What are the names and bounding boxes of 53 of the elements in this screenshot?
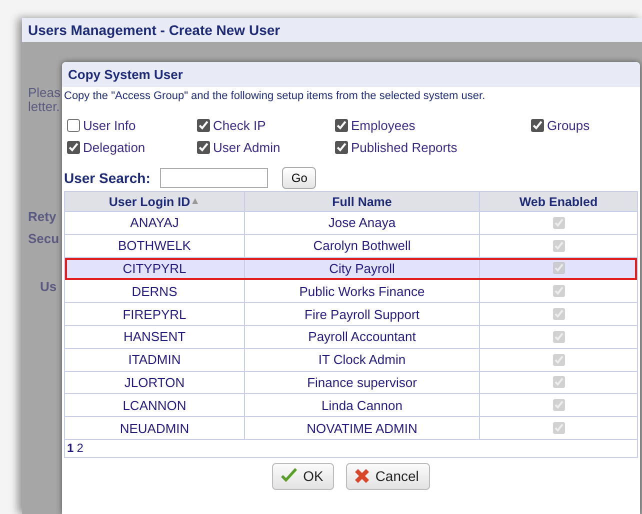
- column-header[interactable]: User Login ID▲: [65, 192, 245, 211]
- option-checkbox[interactable]: [67, 118, 80, 132]
- page-link[interactable]: 2: [76, 441, 84, 456]
- option-checkbox[interactable]: [335, 118, 348, 132]
- table-cell: Carolyn Bothwell: [245, 234, 480, 257]
- table-cell: Jose Anaya: [245, 212, 480, 234]
- background-label: Pleas: [28, 86, 62, 100]
- ok-button[interactable]: OK: [272, 462, 334, 490]
- table-cell: IT Clock Admin: [245, 348, 480, 371]
- option-checkbox[interactable]: [197, 118, 210, 132]
- table-cell[interactable]: ITADMIN: [65, 348, 245, 371]
- option-label: User Admin: [213, 140, 280, 154]
- search-field[interactable]: [160, 168, 268, 188]
- table-cell[interactable]: LCANNON: [65, 394, 245, 416]
- option-label: Groups: [547, 118, 590, 132]
- table-cell[interactable]: JLORTON: [65, 372, 245, 394]
- option-checkbox[interactable]: [531, 118, 544, 132]
- search-label: User Search:: [64, 170, 150, 186]
- option-checkbox[interactable]: [335, 140, 348, 154]
- table-cell[interactable]: FIREPYRL: [65, 303, 245, 325]
- dialog-title: Copy System User: [62, 62, 640, 87]
- table-cell[interactable]: ANAYAJ: [65, 212, 245, 234]
- description-text: Copy the "Access Group" and the following setup items from the selected system user.: [63, 89, 486, 102]
- table-cell: Fire Payroll Support: [245, 303, 480, 325]
- table-cell: Public Works Finance: [245, 280, 480, 302]
- table-cell[interactable]: NEUADMIN: [65, 417, 245, 439]
- table-cell[interactable]: BOTHWELK: [65, 234, 245, 257]
- table-cell: NOVATIME ADMIN: [245, 417, 480, 439]
- table-cell: Payroll Accountant: [245, 326, 480, 348]
- background-label: letter.: [28, 100, 61, 114]
- page-link[interactable]: 1: [67, 441, 74, 456]
- background-label: Rety: [28, 210, 58, 224]
- window-title: Users Management - Create New User: [22, 18, 642, 42]
- background-label: Secu: [28, 232, 60, 246]
- table-cell[interactable]: DERNS: [65, 280, 245, 302]
- option-label: Check IP: [213, 118, 266, 132]
- background-label: Us: [40, 280, 58, 294]
- option-label: Employees: [351, 118, 416, 132]
- option-checkbox[interactable]: [197, 140, 210, 154]
- table-cell[interactable]: HANSENT: [65, 326, 245, 348]
- cross-icon: [353, 467, 372, 486]
- table-cell[interactable]: CITYPYRL: [65, 258, 245, 280]
- go-button[interactable]: Go: [282, 167, 316, 189]
- column-header[interactable]: Web Enabled: [480, 192, 637, 211]
- column-header[interactable]: Full Name: [245, 192, 480, 211]
- table-cell: City Payroll: [245, 258, 480, 280]
- option-label: User Info: [83, 118, 136, 132]
- table-cell: Finance supervisor: [245, 372, 480, 394]
- cancel-button[interactable]: Cancel: [346, 462, 430, 490]
- table-cell: Linda Cannon: [245, 394, 480, 416]
- option-label: Published Reports: [351, 140, 458, 154]
- option-label: Delegation: [83, 140, 146, 154]
- option-checkbox[interactable]: [67, 140, 80, 154]
